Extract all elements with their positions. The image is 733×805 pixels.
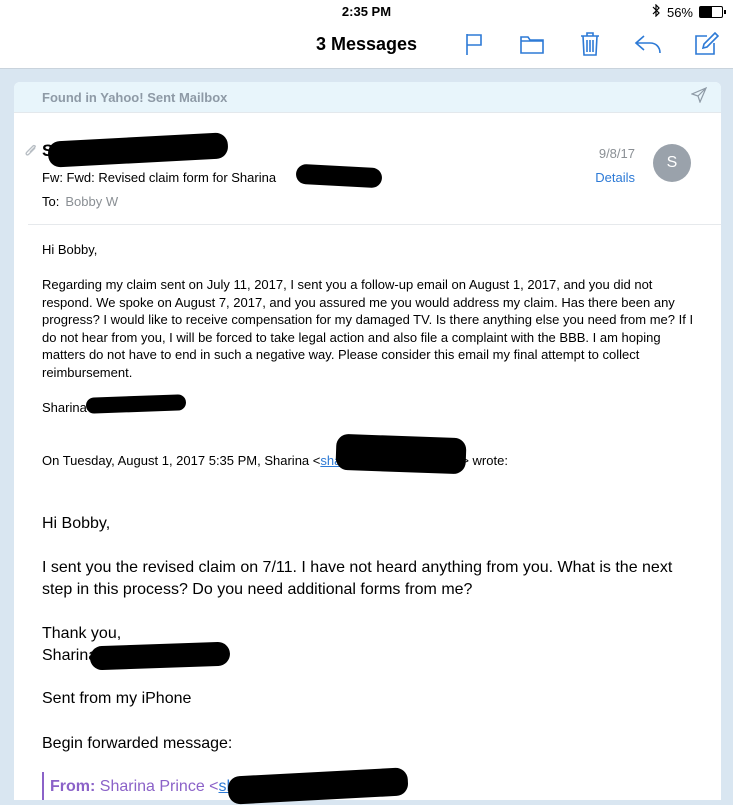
compose-icon [693, 31, 720, 61]
battery-icon [699, 6, 726, 18]
status-right: 56% [652, 3, 726, 20]
mailbox-banner-text: Found in Yahoo! Sent Mailbox [42, 89, 228, 105]
forwarded-from: From: Sharina Prince <sha [50, 776, 244, 798]
flag-button[interactable] [457, 30, 491, 62]
battery-level-fill [700, 7, 713, 17]
quote-bar [42, 772, 44, 800]
quoted-paragraph: I sent you the revised claim on 7/11. I … [42, 559, 673, 598]
trash-icon [579, 31, 601, 62]
to-line: To: Bobby W [42, 194, 118, 209]
from-name: Sharina Prince < [99, 778, 219, 795]
redaction-mark [335, 433, 467, 475]
folder-icon [519, 33, 545, 60]
quoted-thanks: Thank you, [42, 625, 122, 642]
reply-button[interactable] [631, 30, 665, 62]
greeting: Hi Bobby, [42, 242, 98, 257]
quote-intro-text: On Tuesday, August 1, 2017 5:35 PM, Shar… [42, 453, 321, 468]
to-recipient[interactable]: Bobby W [65, 194, 118, 209]
quoted-greeting: Hi Bobby, [42, 515, 111, 532]
details-link[interactable]: Details [595, 170, 635, 185]
reply-icon [634, 33, 662, 60]
attachment-icon [24, 142, 38, 163]
compose-button[interactable] [689, 30, 723, 62]
to-label: To: [42, 194, 60, 209]
avatar[interactable]: S [653, 144, 691, 182]
trash-button[interactable] [573, 30, 607, 62]
redaction-mark [89, 641, 231, 671]
subject-line: Fw: Fwd: Revised claim form for Sharina [42, 170, 277, 185]
message-date: 9/8/17 [598, 146, 635, 161]
status-bar: 2:35 PM 56% [0, 0, 733, 24]
quoted-signature: Sharina [42, 647, 98, 664]
sent-arrow-icon [690, 86, 708, 108]
mailbox-banner: Found in Yahoo! Sent Mailbox [14, 82, 721, 113]
move-folder-button[interactable] [515, 30, 549, 62]
bluetooth-icon [652, 3, 661, 20]
flag-icon [464, 32, 484, 61]
quote-wrote: > wrote: [461, 453, 508, 468]
signature: Sharina [42, 400, 87, 415]
header-divider [28, 224, 721, 225]
forwarded-label: Begin forwarded message: [42, 735, 233, 752]
from-label: From: [50, 778, 96, 795]
toolbar [457, 30, 723, 62]
body-paragraph: Regarding my claim sent on July 11, 2017… [42, 277, 694, 380]
status-time: 2:35 PM [341, 4, 392, 19]
nav-bar: 3 Messages [0, 24, 733, 69]
battery-percent: 56% [666, 4, 693, 20]
sent-from: Sent from my iPhone [42, 690, 192, 707]
